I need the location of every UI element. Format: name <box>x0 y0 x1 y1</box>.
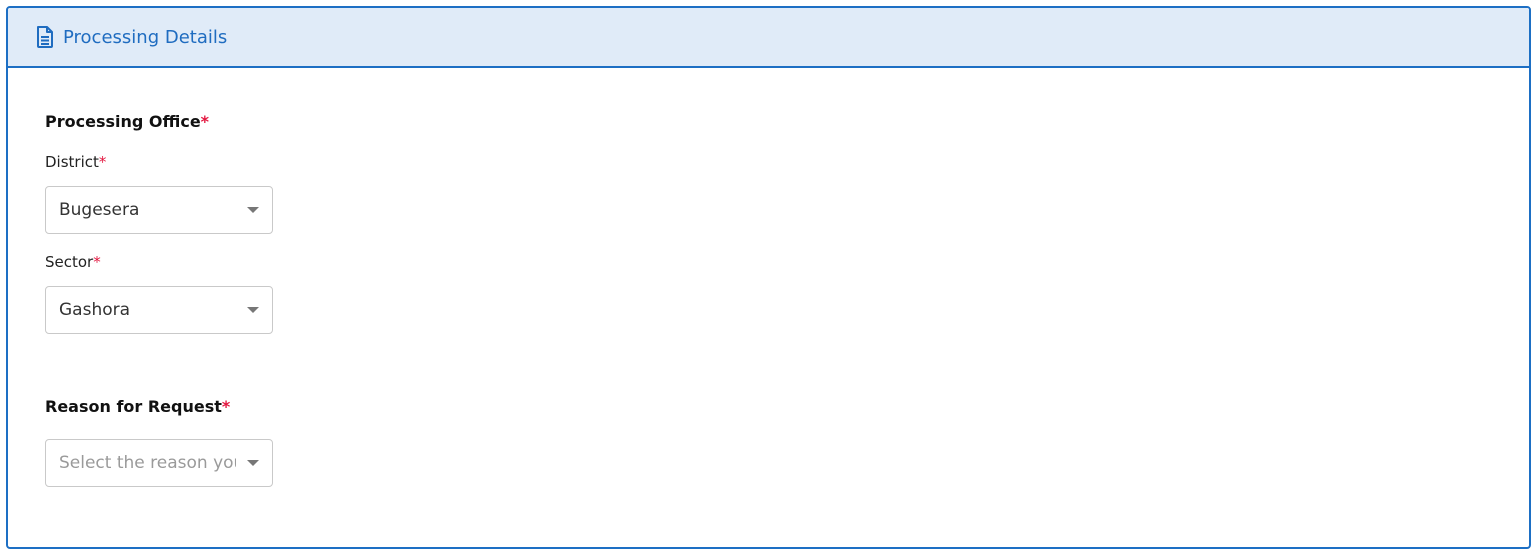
processing-office-heading: Processing Office* <box>45 112 209 131</box>
required-asterisk: * <box>221 397 231 416</box>
sector-label: Sector* <box>45 253 101 271</box>
district-select-value: Bugesera <box>59 200 140 220</box>
reason-select[interactable]: Select the reason you <box>45 439 273 487</box>
panel-header: Processing Details <box>8 8 1529 68</box>
required-asterisk: * <box>200 112 210 131</box>
required-asterisk: * <box>93 253 101 271</box>
processing-office-heading-text: Processing Office <box>45 112 201 131</box>
district-select[interactable]: Bugesera <box>45 186 273 234</box>
chevron-down-icon <box>247 307 259 313</box>
chevron-down-icon <box>247 460 259 466</box>
sector-select-value: Gashora <box>59 300 131 320</box>
panel-title: Processing Details <box>63 26 228 48</box>
required-asterisk: * <box>98 153 107 171</box>
district-label: District* <box>45 153 106 171</box>
processing-details-panel: Processing Details Processing Office* Di… <box>6 6 1531 549</box>
district-label-text: District <box>45 153 99 171</box>
chevron-down-icon <box>247 207 259 213</box>
document-icon <box>36 26 54 48</box>
reason-select-placeholder: Select the reason you <box>59 453 236 473</box>
reason-heading-text: Reason for Request <box>45 397 222 416</box>
reason-heading: Reason for Request* <box>45 397 230 416</box>
sector-select[interactable]: Gashora <box>45 286 273 334</box>
sector-label-text: Sector <box>45 253 94 271</box>
